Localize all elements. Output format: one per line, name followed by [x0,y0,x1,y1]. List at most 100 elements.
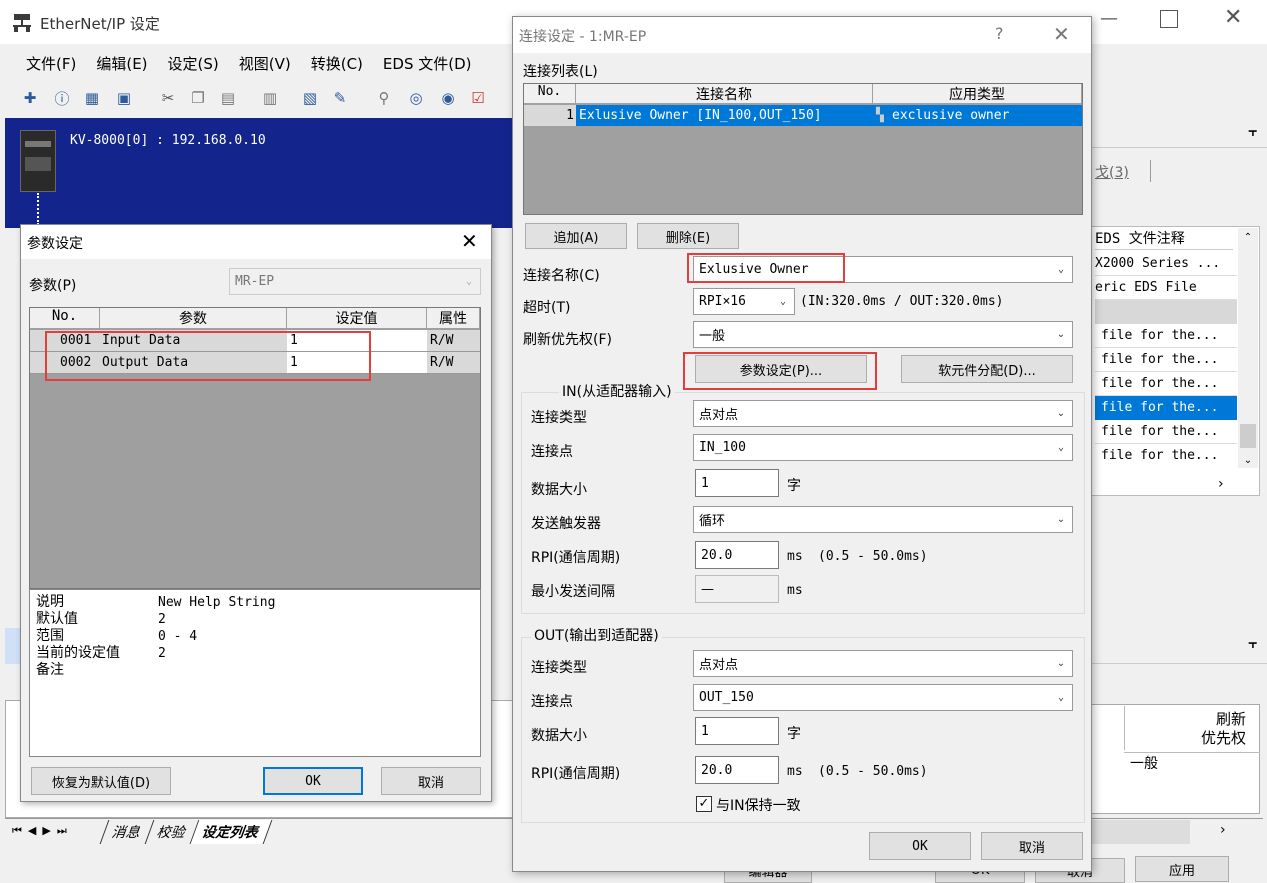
maximize-icon[interactable] [1160,10,1178,28]
minimize-icon[interactable]: — [1100,8,1120,29]
device-assign-button[interactable]: 软元件分配(D)... [901,355,1073,383]
in-size-input[interactable]: 1 [695,469,779,497]
tab-settings-list[interactable]: 设定列表 [190,820,273,844]
row-value[interactable]: 1 [287,330,427,351]
in-trigger-select[interactable]: 循环 ⌄ [693,506,1073,533]
in-rpi-unit: ms [787,549,803,564]
param-titlebar [21,225,491,259]
pin-icon[interactable]: ⫟ [1249,636,1257,652]
chevron-down-icon: ⌄ [1056,329,1066,340]
priority-cell[interactable]: 一般 [1124,752,1260,774]
info-key: 当前的设定值 [36,645,120,661]
in-point-select[interactable]: IN_100 ⌄ [693,434,1073,461]
monitor-icon[interactable]: ▣ [114,88,134,108]
menu-edit[interactable]: 编辑(E) [96,53,147,74]
scroll-right-icon[interactable]: › [1220,822,1226,838]
close-icon[interactable]: ✕ [1224,5,1242,30]
menu-file[interactable]: 文件(F) [26,53,76,74]
tab-nav-icons[interactable]: ⏮◀▶⏭ [12,824,73,838]
check-icon[interactable]: ☑ [468,88,488,108]
param-select[interactable]: MR-EP ⌄ [229,268,481,295]
search-device-icon[interactable]: ◎ [406,88,426,108]
param-ok-button[interactable]: OK [263,767,363,795]
menu-eds-file[interactable]: EDS 文件(D) [383,53,472,74]
hscroll-thumb[interactable] [1090,820,1190,844]
pin-icon[interactable]: ⫟ [1249,124,1257,140]
network-icon[interactable]: ▦ [82,88,102,108]
eds-row[interactable]: file for the... [1095,372,1237,396]
conn-name-label: 连接名称(C) [523,268,600,284]
add-button[interactable]: 追加(A) [525,223,627,249]
apply-button[interactable]: 应用 [1135,856,1229,882]
out-rpi-unit: ms [787,764,803,779]
scan-icon[interactable]: ◉ [438,88,458,108]
out-size-input[interactable]: 1 [695,717,779,745]
table-row[interactable]: 0001 Input Data 1 R/W [30,330,480,352]
conn-name-select[interactable]: Exlusive Owner ⌄ [693,256,1073,283]
info-icon[interactable]: ⓘ [52,88,72,108]
list-item-selected[interactable]: 1 Exlusive Owner [IN_100,OUT_150] ▚ excl… [524,105,1082,126]
col-conn-name: 连接名称 [576,84,873,104]
eds-row[interactable]: file for the... [1095,444,1237,468]
row-attr: R/W [430,355,454,370]
plc-device-icon[interactable] [20,130,56,192]
sync-checkbox[interactable]: ✓ [696,796,712,812]
timeout-label: 超时(T) [523,300,571,316]
tab-fragment[interactable]: 戈(3) [1095,162,1129,182]
help-icon[interactable]: ? [995,24,1004,43]
param-settings-button[interactable]: 参数设定(P)... [695,355,867,383]
row-value-editing[interactable]: 1 [287,352,427,373]
conn-cancel-button[interactable]: 取消 [981,832,1083,860]
delete-button[interactable]: 删除(E) [637,223,739,249]
device-icon[interactable]: ▥ [260,88,280,108]
edit-table-icon[interactable]: ▧ [300,88,320,108]
cut-icon[interactable]: ✂ [158,88,178,108]
connect-icon[interactable]: ✚ [20,88,40,108]
out-rpi-label: RPI(通信周期) [531,766,621,782]
timeout-select[interactable]: RPI×16 ⌄ [693,288,795,315]
row-name: Output Data [102,355,189,370]
pencil-icon[interactable]: ✎ [330,88,350,108]
param-close-icon[interactable]: ✕ [461,229,478,253]
out-rpi-input[interactable]: 20.0 [695,756,779,784]
copy-icon[interactable]: ❐ [188,88,208,108]
param-title: 参数设定 [27,236,83,252]
out-point-value: OUT_150 [699,690,754,705]
conn-row-type: exclusive owner [892,108,1010,123]
refresh-label: 刷新 [1215,710,1246,728]
param-cancel-button[interactable]: 取消 [381,767,481,795]
in-min-input[interactable]: — [695,575,779,603]
scroll-right-icon[interactable]: › [1218,476,1224,492]
info-key: 范围 [36,628,64,644]
bottom-pane-header: ⫟ [1090,628,1267,664]
link-icon[interactable]: ⚲ [374,88,394,108]
row-no: 0002 [60,355,92,370]
table-row[interactable]: 0002 Output Data 1 R/W [30,352,480,374]
chevron-down-icon: ⌄ [1057,442,1065,453]
eds-row[interactable]: file for the... [1095,348,1237,372]
network-app-icon [12,13,32,33]
in-rpi-label: RPI(通信周期) [531,550,621,566]
info-value: 2 [158,612,166,627]
eds-row-selected[interactable]: file for the... [1095,396,1237,420]
in-type-select[interactable]: 点对点 ⌄ [693,400,1073,427]
priority-select[interactable]: 一般 ⌄ [693,321,1073,348]
menu-view[interactable]: 视图(V) [239,53,291,74]
eds-row[interactable]: X2000 Series ... [1095,252,1237,276]
eds-scrollbar[interactable]: ⌃ ⌄ [1238,228,1258,468]
info-value: New Help String [158,595,276,610]
menu-settings[interactable]: 设定(S) [168,53,219,74]
out-point-select[interactable]: OUT_150 ⌄ [693,684,1073,711]
eds-row[interactable]: eric EDS File [1095,276,1237,300]
out-type-select[interactable]: 点对点 ⌄ [693,650,1073,677]
in-point-label: 连接点 [531,444,573,460]
conn-close-icon[interactable]: ✕ [1053,22,1070,46]
conn-ok-button[interactable]: OK [869,832,971,860]
in-rpi-input[interactable]: 20.0 [695,541,779,569]
eds-row[interactable]: file for the... [1095,324,1237,348]
menu-convert[interactable]: 转换(C) [311,53,363,74]
eds-row[interactable]: file for the... [1095,420,1237,444]
paste-icon[interactable]: ▤ [218,88,238,108]
restore-default-button[interactable]: 恢复为默认值(D) [31,767,171,795]
info-key: 备注 [36,662,64,678]
